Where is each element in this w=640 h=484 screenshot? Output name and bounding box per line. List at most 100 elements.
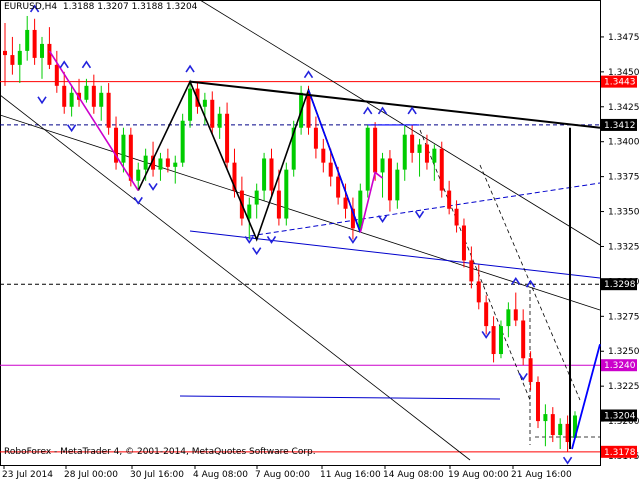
- candle-body: [506, 309, 511, 327]
- fractal-down-marker: [377, 215, 388, 223]
- candle-body: [188, 88, 193, 121]
- y-tick-label: 1.3400: [608, 138, 640, 148]
- fractal-down-marker: [37, 96, 47, 105]
- fractal-down-marker: [148, 182, 158, 191]
- fractal-down-marker: [518, 372, 528, 381]
- fractal-up-marker: [81, 60, 92, 69]
- candle-body: [84, 85, 89, 100]
- candle-body: [469, 260, 474, 282]
- projection-line: [249, 182, 601, 237]
- candle-body: [439, 148, 444, 191]
- ohlc-readout: 1.3188 1.3207 1.3188 1.3204: [62, 2, 198, 12]
- x-tick-label: 11 Aug 16:00: [320, 470, 381, 480]
- plot-frame: [0, 0, 601, 466]
- y-tick-label: 1.3425: [608, 103, 640, 113]
- wave-line: [359, 171, 384, 233]
- fractal-up-marker: [185, 64, 195, 73]
- candle-body: [254, 190, 259, 205]
- fractal-up-marker: [363, 106, 373, 115]
- wave-line: [307, 89, 362, 233]
- price-label: 1.3240: [604, 361, 636, 371]
- candle-body: [373, 127, 378, 173]
- channel-line: [0, 94, 471, 461]
- fractal-up-marker: [511, 276, 521, 285]
- candle-body: [99, 92, 104, 107]
- candle-body: [528, 358, 533, 382]
- candle-body: [180, 120, 185, 163]
- y-tick-label: 1.3225: [608, 382, 640, 392]
- candle-body: [269, 158, 274, 191]
- candle-body: [565, 423, 570, 443]
- trend-line-blue: [179, 395, 501, 400]
- chart-title: EURUSD,H4 1.3188 1.3207 1.3188 1.3204: [4, 2, 197, 12]
- channel-line: [0, 114, 601, 311]
- candle-body: [32, 29, 37, 58]
- candle-body: [165, 158, 170, 167]
- price-label: 1.3204: [604, 412, 636, 422]
- candle-body: [543, 414, 548, 422]
- candle-body: [306, 92, 311, 128]
- fractal-up-marker: [377, 106, 388, 115]
- candle-body: [173, 162, 178, 167]
- x-tick-label: 21 Aug 16:00: [511, 470, 572, 480]
- fractal-up-marker: [407, 106, 417, 115]
- x-tick-label: 23 Jul 2014: [2, 470, 53, 480]
- candle-body: [387, 158, 392, 201]
- candle-body: [62, 85, 67, 107]
- candle-body: [498, 326, 503, 355]
- forecast-line: [571, 344, 601, 450]
- candle-body: [513, 309, 518, 321]
- y-tick-label: 1.3475: [608, 33, 640, 43]
- x-tick-label: 28 Jul 00:00: [64, 470, 118, 480]
- price-label: 1.3298: [604, 280, 636, 290]
- fractal-down-marker: [133, 196, 143, 205]
- fractal-down-marker: [562, 456, 573, 465]
- fractal-down-marker: [414, 210, 425, 219]
- candle-body: [476, 281, 481, 303]
- projection-line: [419, 129, 531, 401]
- candle-body: [25, 29, 30, 51]
- channel-line: [199, 0, 601, 246]
- x-tick-label: 7 Aug 00:00: [255, 470, 310, 480]
- candle-body: [313, 127, 318, 149]
- candle-body: [454, 208, 459, 226]
- candle-body: [217, 113, 222, 128]
- fractal-up-marker: [59, 60, 69, 69]
- price-label: 1.3178: [604, 448, 636, 458]
- y-tick-label: 1.3350: [608, 208, 640, 218]
- y-tick-label: 1.3325: [608, 242, 640, 252]
- candle-body: [262, 158, 267, 191]
- copyright-text: RoboForex - MetaTrader 4, © 2001-2014, M…: [4, 447, 316, 457]
- candle-body: [380, 158, 385, 173]
- x-tick-label: 19 Aug 00:00: [448, 470, 509, 480]
- fractal-down-marker: [252, 247, 262, 256]
- candle-body: [202, 99, 207, 107]
- y-tick-label: 1.3375: [608, 173, 640, 183]
- candle-body: [484, 302, 489, 327]
- fractal-down-marker: [66, 124, 77, 133]
- candle-body: [328, 162, 333, 177]
- candle-body: [91, 85, 96, 107]
- candle-body: [358, 190, 363, 229]
- y-tick-label: 1.3250: [608, 347, 640, 357]
- candle-body: [424, 144, 429, 163]
- candle-body: [54, 64, 59, 86]
- chart-canvas: 1.34751.34501.34251.34001.33751.33501.33…: [0, 0, 640, 480]
- price-chart[interactable]: 1.3475 1.3450 1.3425 1.3400 1.3375 1.3350 1.33…: [0, 0, 640, 480]
- candle-body: [158, 158, 163, 170]
- fractal-up-marker: [303, 70, 314, 79]
- candle-body: [128, 134, 133, 181]
- candle-body: [535, 381, 540, 422]
- candle-body: [136, 169, 141, 181]
- candle-body: [17, 50, 22, 65]
- candle-body: [247, 204, 252, 219]
- candle-body: [10, 55, 15, 65]
- candle-body: [491, 326, 496, 355]
- candle-body: [558, 423, 563, 436]
- wave-line: [48, 50, 139, 192]
- candle-body: [461, 225, 466, 261]
- price-label: 1.3443: [604, 78, 636, 88]
- resistance-line: [189, 80, 601, 129]
- candle-body: [432, 148, 437, 163]
- candle-body: [143, 155, 148, 170]
